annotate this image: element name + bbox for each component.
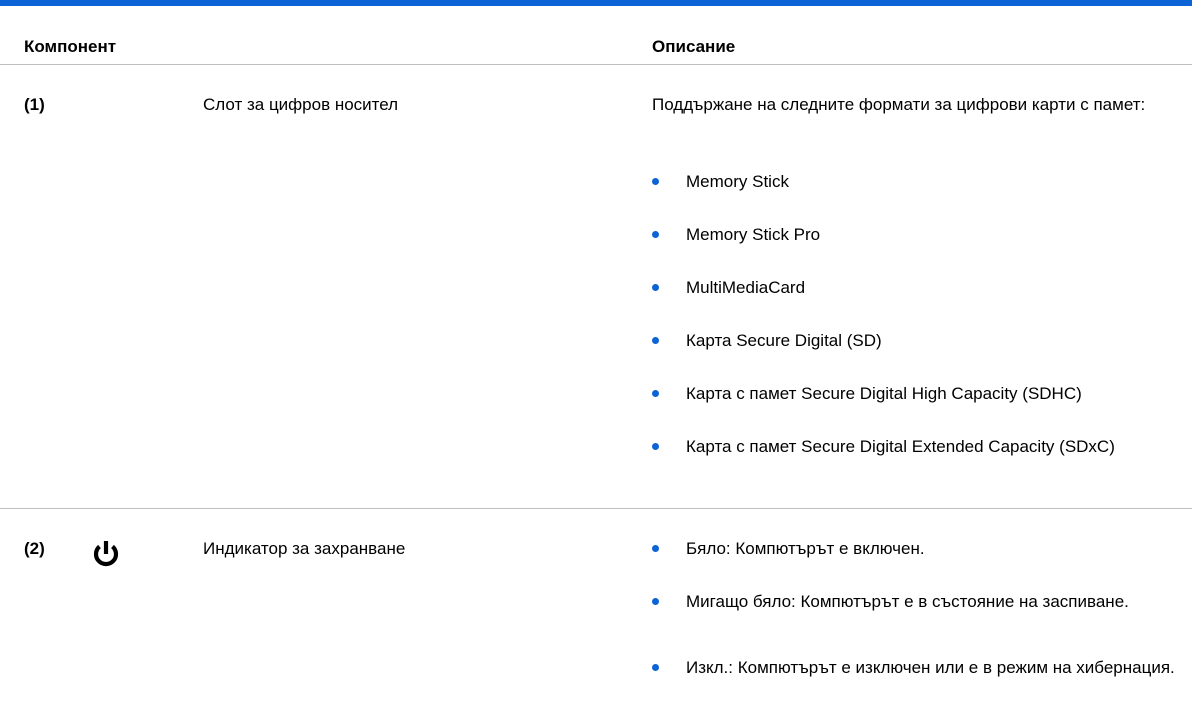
list-item-text: Карта Secure Digital (SD) bbox=[686, 331, 882, 350]
header-description: Описание bbox=[652, 37, 736, 56]
component-table: Компонент Описание (1) Слот за цифров но… bbox=[0, 0, 1192, 710]
list-item-text: Мигащо бяло: Компютърът е в състояние на… bbox=[686, 592, 1129, 611]
bullet-dot bbox=[652, 664, 659, 671]
table-header: Компонент Описание bbox=[0, 6, 1192, 65]
bullet-dot bbox=[652, 545, 659, 552]
component-name: Индикатор за захранване bbox=[203, 539, 406, 558]
power-icon bbox=[89, 537, 123, 571]
table-row: (1) Слот за цифров носител Поддържане на… bbox=[0, 65, 1192, 509]
bullet-dot bbox=[652, 598, 659, 605]
bullet-dot bbox=[652, 337, 659, 344]
bullet-dot bbox=[652, 231, 659, 238]
list-item-text: Memory Stick bbox=[686, 172, 789, 191]
list-item-text: Изкл.: Компютърът е изключен или е в реж… bbox=[686, 658, 1175, 677]
bullet-dot bbox=[652, 390, 659, 397]
bullet-dot bbox=[652, 178, 659, 185]
list-item-text: Memory Stick Pro bbox=[686, 225, 821, 244]
row-number: (1) bbox=[24, 95, 45, 114]
header-component: Компонент bbox=[24, 37, 117, 56]
component-description: Поддържане на следните формати за цифров… bbox=[652, 95, 1146, 114]
component-name: Слот за цифров носител bbox=[203, 95, 399, 114]
row-number: (2) bbox=[24, 539, 45, 558]
list-item-text: Карта с памет Secure Digital Extended Ca… bbox=[686, 437, 1115, 456]
bullet-dot bbox=[652, 284, 659, 291]
list-item-text: Карта с памет Secure Digital High Capaci… bbox=[686, 384, 1082, 403]
list-item-text: MultiMediaCard bbox=[686, 278, 806, 297]
list-item-text: Бяло: Компютърът е включен. bbox=[686, 539, 925, 558]
bullet-dot bbox=[652, 443, 659, 450]
table-row: (2) Индикатор за захранване Бяло: Компют… bbox=[0, 509, 1192, 710]
